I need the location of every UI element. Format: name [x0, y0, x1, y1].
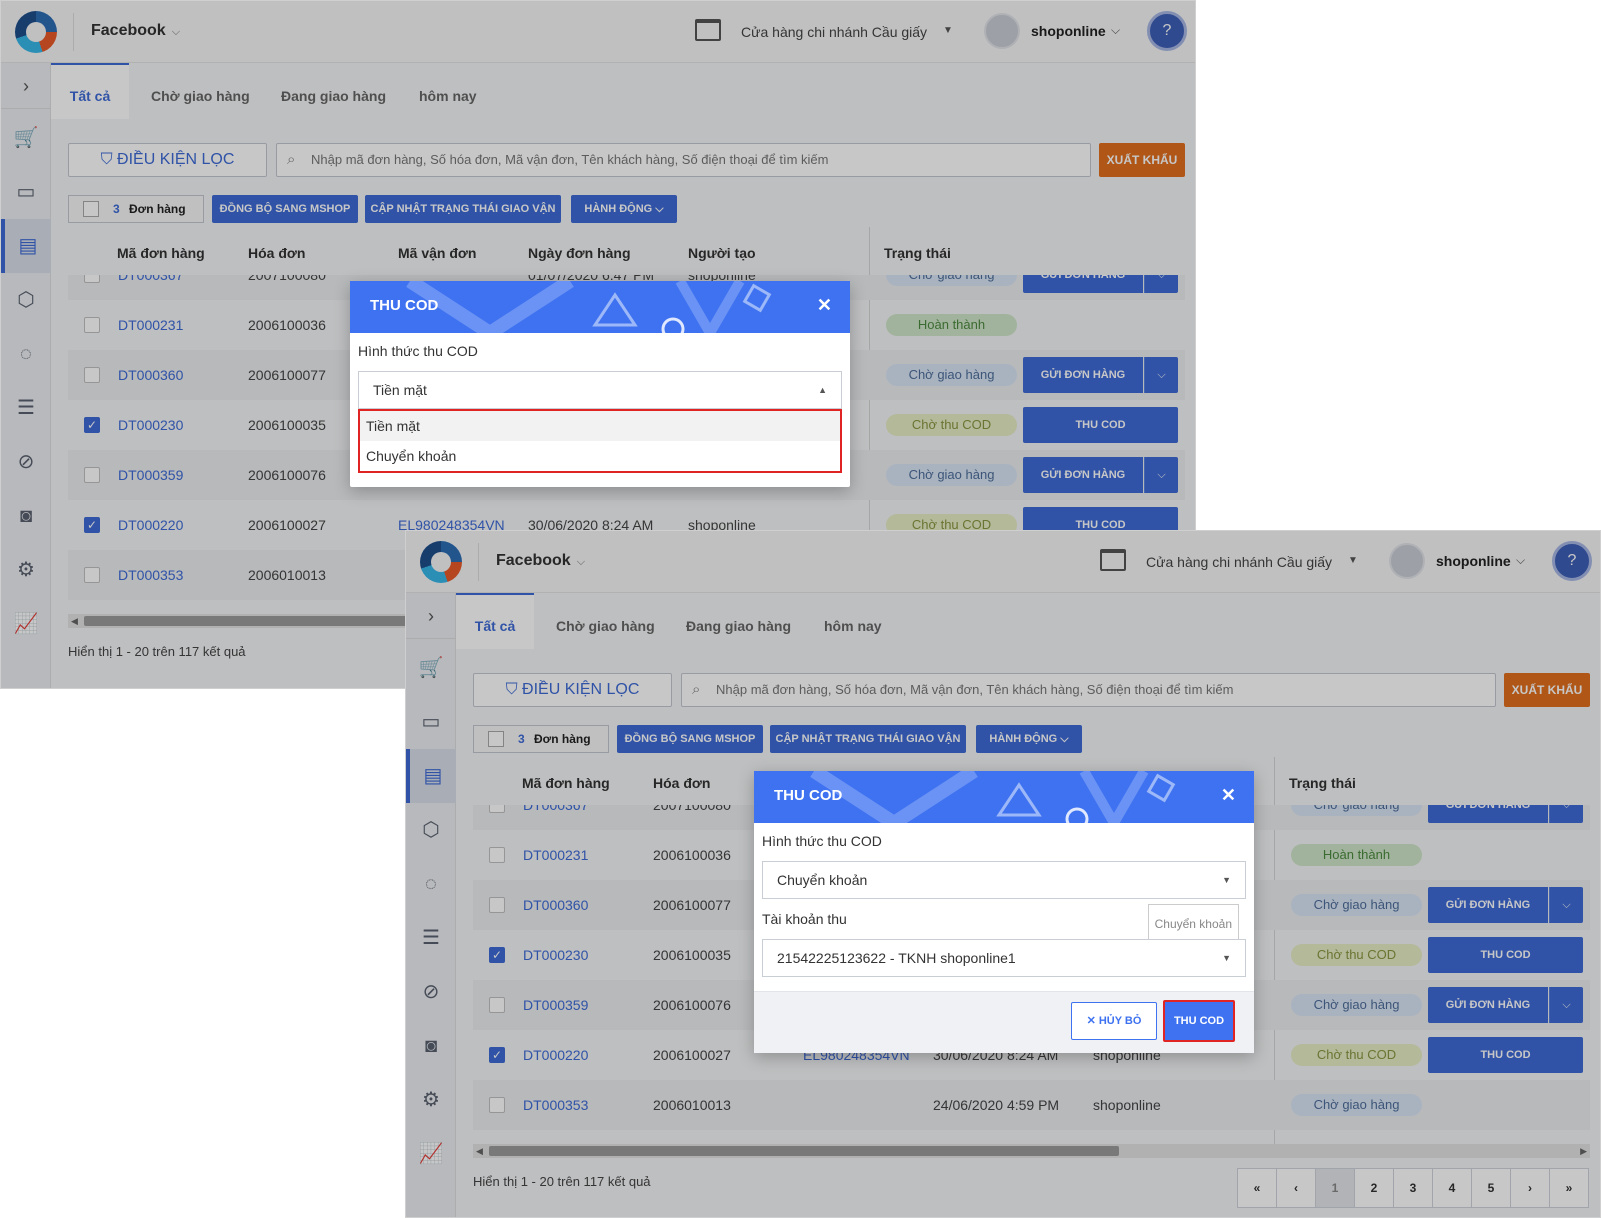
- screenshot-transfer-selected: Facebook⌵ Cửa hàng chi nhánh Cầu giấy ▼ …: [405, 530, 1601, 1218]
- method-dropdown-list: Tiền mặt Chuyển khoản: [358, 409, 842, 473]
- close-icon: ✕: [1087, 1015, 1099, 1027]
- modal-title: THU COD: [370, 297, 438, 314]
- method-select[interactable]: Tiền mặt▲: [358, 371, 842, 409]
- method-label: Hình thức thu COD: [762, 833, 1246, 851]
- option-transfer[interactable]: Chuyển khoản: [360, 441, 840, 471]
- close-icon[interactable]: ✕: [817, 295, 832, 316]
- caret-up-icon: ▲: [818, 372, 827, 408]
- method-select[interactable]: Chuyển khoản▼Chuyển khoản: [762, 861, 1246, 899]
- collect-cod-modal: THU COD ✕ Hình thức thu COD Chuyển khoản…: [754, 771, 1254, 1053]
- cancel-button[interactable]: ✕ HỦY BỎ: [1071, 1002, 1157, 1040]
- modal-title: THU COD: [774, 787, 842, 804]
- option-cash[interactable]: Tiền mặt: [360, 411, 840, 441]
- caret-down-icon: ▼: [1222, 940, 1231, 976]
- close-icon[interactable]: ✕: [1221, 785, 1236, 806]
- tooltip: Chuyển khoản: [1148, 904, 1239, 944]
- modal-header: THU COD ✕: [350, 281, 850, 333]
- modal-footer: ✕ HỦY BỎ THU COD: [754, 991, 1254, 1053]
- caret-down-icon: ▼: [1222, 862, 1231, 898]
- collect-cod-modal: THU COD ✕ Hình thức thu COD Tiền mặt▲ Ti…: [350, 281, 850, 487]
- modal-header: THU COD ✕: [754, 771, 1254, 823]
- account-select[interactable]: 21542225123622 - TKNH shoponline1▼: [762, 939, 1246, 977]
- method-label: Hình thức thu COD: [358, 343, 842, 361]
- confirm-collect-cod-button[interactable]: THU COD: [1163, 1000, 1235, 1042]
